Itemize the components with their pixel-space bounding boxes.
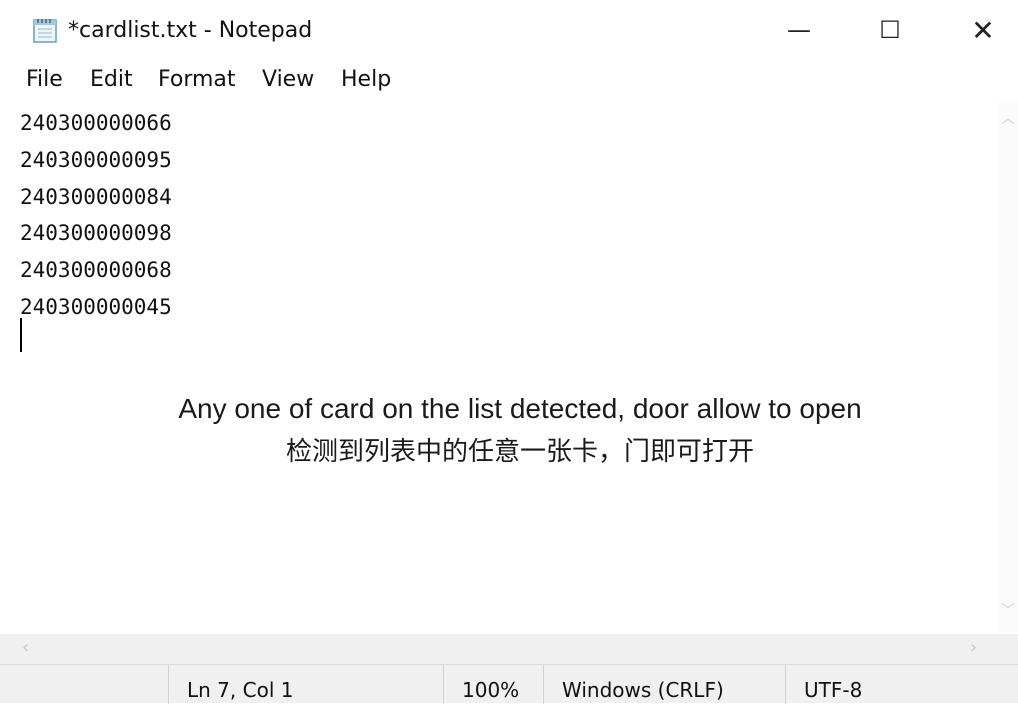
menu-view[interactable]: View [262, 65, 314, 95]
menu-edit[interactable]: Edit [90, 65, 133, 95]
notepad-icon [30, 15, 60, 45]
menu-help[interactable]: Help [341, 65, 391, 95]
editor-line: 240300000095 [20, 147, 172, 172]
maximize-button[interactable]: ☐ [860, 10, 920, 50]
horizontal-scrollbar[interactable]: ‹ › [0, 634, 1018, 664]
scroll-right-icon[interactable]: › [970, 637, 977, 658]
menu-bar: File Edit Format View Help [0, 62, 1018, 100]
scroll-up-icon[interactable]: ︿ [998, 108, 1018, 128]
text-caret [20, 318, 22, 352]
editor-line: 240300000084 [20, 184, 172, 209]
close-button[interactable]: ✕ [953, 10, 1013, 50]
status-line-ending: Windows (CRLF) [543, 665, 785, 704]
annotation-english: Any one of card on the list detected, do… [178, 393, 862, 424]
minimize-button[interactable]: — [769, 10, 829, 50]
window-title: *cardlist.txt - Notepad [68, 18, 313, 43]
status-zoom: 100% [443, 665, 543, 704]
editor-line: 240300000068 [20, 258, 172, 283]
menu-file[interactable]: File [26, 65, 63, 95]
editor-line: 240300000098 [20, 221, 172, 246]
scroll-left-icon[interactable]: ‹ [22, 637, 29, 658]
text-editor[interactable]: 240300000066 240300000095 240300000084 2… [0, 100, 998, 634]
title-bar[interactable]: *cardlist.txt - Notepad — ☐ ✕ [0, 0, 1018, 62]
menu-format[interactable]: Format [158, 65, 236, 95]
status-bar: Ln 7, Col 1 100% Windows (CRLF) UTF-8 [0, 664, 1018, 704]
editor-line: 240300000066 [20, 111, 172, 135]
editor-line: 240300000045 [20, 294, 172, 319]
scroll-down-icon[interactable]: ﹀ [998, 600, 1018, 620]
status-encoding: UTF-8 [785, 665, 1018, 704]
status-position: Ln 7, Col 1 [168, 665, 448, 704]
annotation-chinese: 检测到列表中的任意一张卡，门即可打开 [285, 437, 754, 467]
editor-lines: 240300000066 240300000095 240300000084 2… [20, 105, 172, 326]
vertical-scrollbar[interactable]: ︿ ﹀ [998, 100, 1018, 634]
